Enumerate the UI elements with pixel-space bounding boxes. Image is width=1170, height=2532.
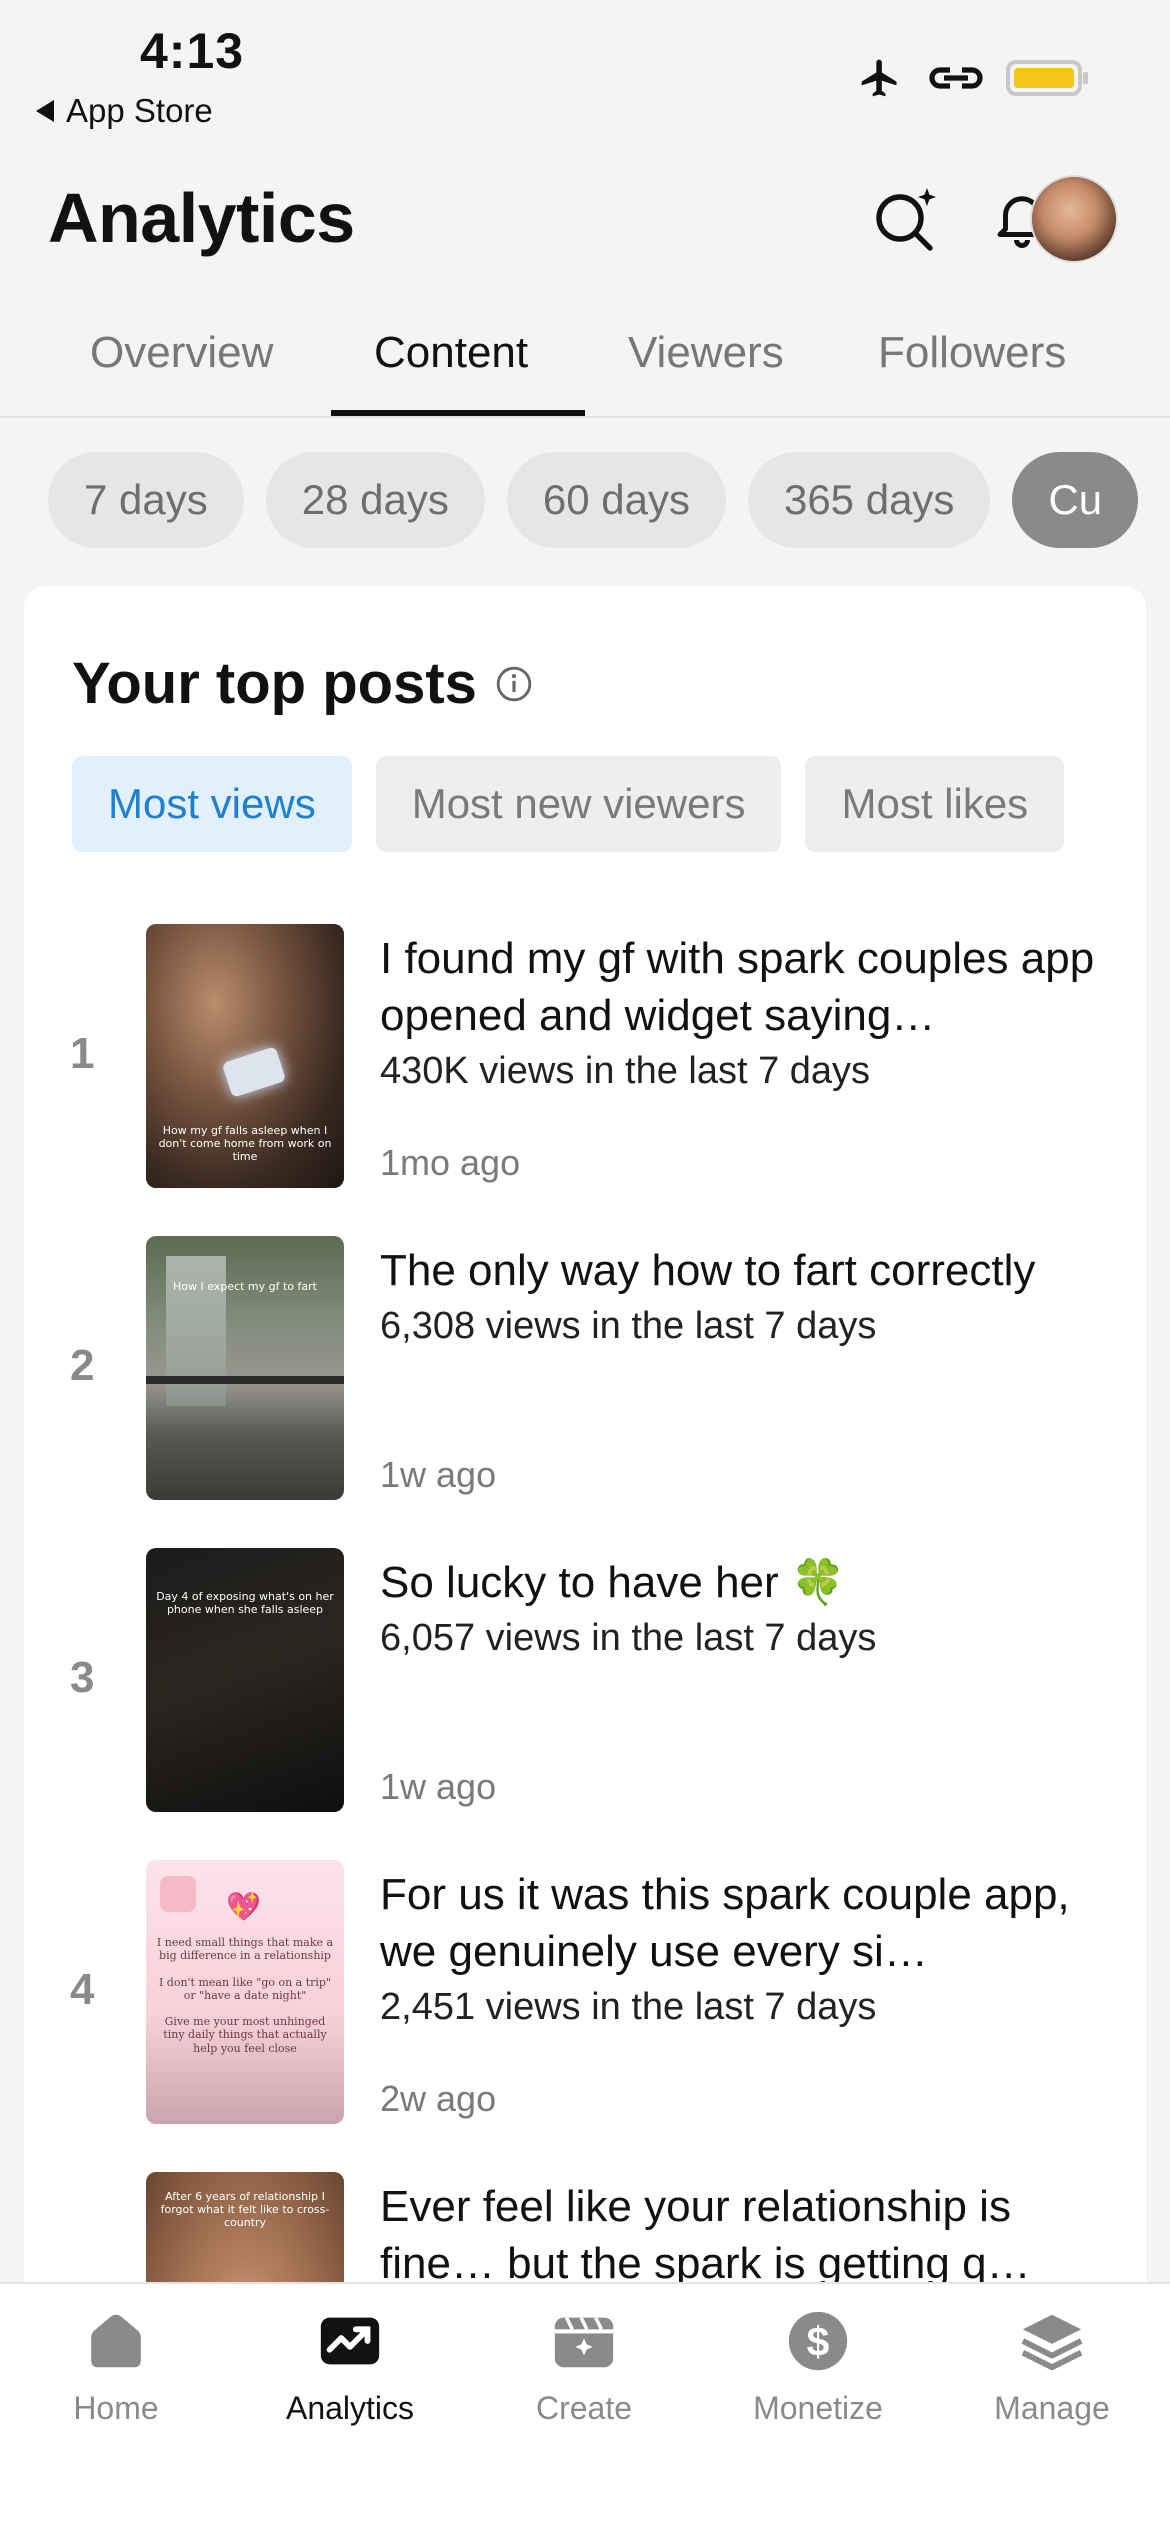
post-row[interactable]: 4 💖 I need small things that make a big … (24, 1860, 1146, 2130)
post-title: So lucky to have her 🍀 (380, 1558, 846, 1607)
image-sticker-icon (160, 1876, 196, 1912)
post-rank: 1 (70, 1029, 95, 1078)
post-rank: 2 (70, 1341, 95, 1390)
card-title: Your top posts (72, 650, 533, 717)
post-age: 1w ago (380, 1454, 497, 1495)
post-views: 6,057 views in the last 7 days (380, 1617, 877, 1659)
battery-icon (1006, 60, 1088, 96)
page-title: Analytics (48, 179, 355, 257)
tab-bar: Overview Content Viewers Followers (0, 300, 1170, 418)
nav-analytics[interactable]: Analytics (250, 2306, 450, 2427)
post-age: 1w ago (380, 1766, 497, 1807)
post-views: 2,451 views in the last 7 days (380, 1986, 877, 2028)
post-info: For us it was this spark couple app, we … (380, 1866, 1100, 2029)
phone-glow-shape (221, 1046, 287, 1098)
range-365-days[interactable]: 365 days (747, 452, 991, 548)
post-views: 430K views in the last 7 days (380, 1050, 871, 1092)
sparkling-heart-icon: 💖 (226, 1891, 261, 1922)
info-icon[interactable] (495, 665, 533, 703)
sort-options: Most views Most new viewers Most likes (72, 756, 1102, 852)
status-icons (854, 56, 1090, 100)
post-info: The only way how to fart correctly 6,308… (380, 1242, 1100, 1348)
nav-label: Create (535, 2390, 633, 2426)
nav-monetize[interactable]: $ Monetize (718, 2306, 918, 2427)
status-time: 4:13 (140, 23, 245, 79)
post-row[interactable]: 1 How my gf falls asleep when I don't co… (24, 924, 1146, 1194)
post-thumbnail: How I expect my gf to fart (146, 1236, 344, 1500)
post-views: 6,308 views in the last 7 days (380, 1305, 877, 1347)
post-title: I found my gf with spark couples app ope… (380, 934, 1095, 1040)
post-row[interactable]: 2 How I expect my gf to fart The only wa… (24, 1236, 1146, 1506)
nav-label: Analytics (285, 2390, 415, 2426)
bottom-nav: Home Analytics Create $ Monetize Manage (0, 2282, 1170, 2532)
thumbnail-caption: Day 4 of exposing what's on her phone wh… (156, 1590, 334, 1617)
post-title: The only way how to fart correctly (380, 1246, 1036, 1295)
back-to-app-store[interactable]: App Store (36, 92, 213, 130)
link-icon (929, 67, 983, 89)
home-icon (91, 2314, 141, 2368)
post-title: For us it was this spark couple app, we … (380, 1870, 1070, 1976)
post-age: 2w ago (380, 2078, 497, 2119)
post-info: Ever feel like your relationship is fine… (380, 2178, 1100, 2292)
post-info: So lucky to have her 🍀 6,057 views in th… (380, 1554, 1100, 1660)
status-bar: 4:13 App Store (0, 0, 1170, 150)
nav-label: Manage (994, 2390, 1110, 2426)
card-title-text: Your top posts (72, 651, 477, 716)
thumbnail-caption: After 6 years of relationship I forgot w… (160, 2190, 330, 2230)
nav-manage[interactable]: Manage (952, 2306, 1152, 2427)
active-tab-indicator (331, 410, 585, 416)
sort-most-likes[interactable]: Most likes (805, 756, 1065, 852)
sort-most-views[interactable]: Most views (72, 756, 352, 852)
tab-overview[interactable]: Overview (90, 328, 273, 378)
manage-icon (1021, 2314, 1083, 2371)
post-thumbnail: How my gf falls asleep when I don't come… (146, 924, 344, 1188)
range-7-days[interactable]: 7 days (48, 452, 244, 548)
back-app-label: App Store (66, 92, 213, 129)
top-posts-card: Your top posts Most views Most new viewer… (24, 586, 1146, 2532)
tab-viewers[interactable]: Viewers (628, 328, 784, 378)
post-title: Ever feel like your relationship is fine… (380, 2182, 1031, 2288)
range-60-days[interactable]: 60 days (506, 452, 726, 548)
svg-text:$: $ (807, 2319, 830, 2365)
thumbnail-caption: I need small things that make a big diff… (156, 1936, 334, 2055)
nav-create[interactable]: Create (484, 2306, 684, 2427)
post-info: I found my gf with spark couples app ope… (380, 930, 1100, 1093)
sparkle-search-icon (876, 188, 936, 251)
ai-search-button[interactable] (866, 178, 946, 258)
avatar[interactable] (1030, 175, 1118, 263)
tab-followers[interactable]: Followers (878, 328, 1066, 378)
nav-label: Monetize (753, 2390, 883, 2426)
post-rank: 3 (70, 1653, 95, 1702)
post-thumbnail: 💖 I need small things that make a big di… (146, 1860, 344, 2124)
range-28-days[interactable]: 28 days (265, 452, 485, 548)
back-triangle-icon (36, 100, 54, 122)
sort-most-new-viewers[interactable]: Most new viewers (375, 756, 782, 852)
nav-home[interactable]: Home (16, 2306, 216, 2427)
post-age: 1mo ago (380, 1142, 521, 1183)
airplane-icon (861, 59, 897, 97)
post-row[interactable]: 3 Day 4 of exposing what's on her phone … (24, 1548, 1146, 1818)
thumbnail-caption: How my gf falls asleep when I don't come… (158, 1124, 332, 1164)
create-icon (554, 2316, 614, 2368)
post-rank: 4 (70, 1965, 95, 2014)
railing-shape (146, 1376, 344, 1384)
post-thumbnail: Day 4 of exposing what's on her phone wh… (146, 1548, 344, 1812)
header: Analytics (0, 170, 1170, 270)
nav-label: Home (73, 2390, 159, 2426)
tab-content[interactable]: Content (374, 328, 528, 378)
analytics-icon (320, 2317, 380, 2365)
range-custom[interactable]: Cu (1012, 452, 1139, 548)
thumbnail-caption: How I expect my gf to fart (173, 1280, 317, 1293)
date-range-selector: 7 days 28 days 60 days 365 days Cu (48, 452, 1170, 548)
monetize-icon: $ (788, 2311, 848, 2371)
